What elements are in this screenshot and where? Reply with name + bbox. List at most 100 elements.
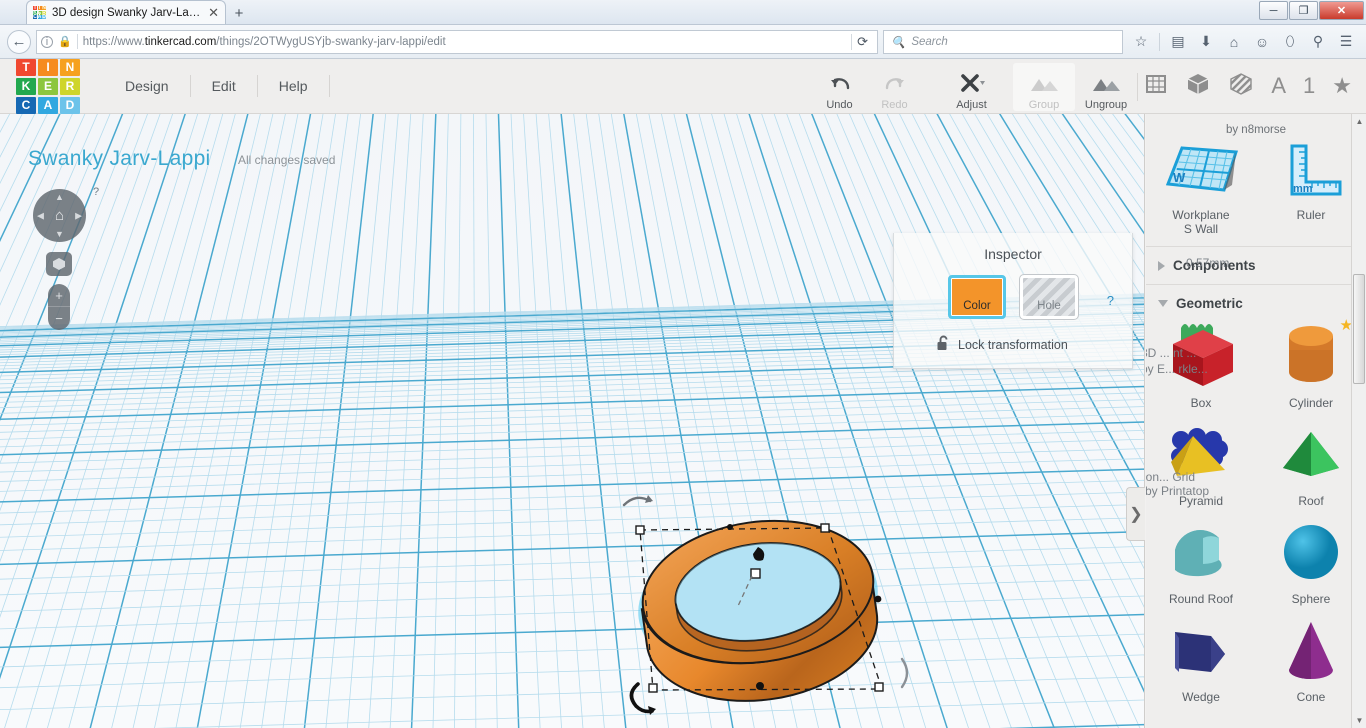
lock-transformation-toggle[interactable]: Lock transformation xyxy=(937,335,1132,354)
view-up-arrow-icon[interactable]: ▲ xyxy=(55,192,64,202)
address-bar[interactable]: i 🔒 https://www.tinkercad.com/things/2OT… xyxy=(36,29,878,54)
chat-icon[interactable]: ☺ xyxy=(1249,29,1275,55)
window-close-button[interactable]: ✕ xyxy=(1319,1,1364,20)
logo-tile: K xyxy=(16,77,36,95)
menu-divider xyxy=(328,75,330,97)
view-left-arrow-icon[interactable]: ◀ xyxy=(37,210,44,221)
menu-icon[interactable]: ☰ xyxy=(1333,29,1359,55)
unlock-icon xyxy=(937,335,950,354)
search-placeholder: Search xyxy=(911,35,948,48)
shapes-row-4: Wedge Cone xyxy=(1146,610,1366,708)
shape-workplane[interactable]: W Workplane S Wall xyxy=(1151,140,1251,236)
shape-round-roof[interactable]: Round Roof xyxy=(1151,516,1251,606)
shape-roof[interactable]: Roof xyxy=(1261,418,1361,508)
back-button[interactable]: ← xyxy=(7,29,31,54)
fit-view-button[interactable] xyxy=(46,252,72,276)
zoom-in-button[interactable]: + xyxy=(48,284,70,307)
box-icon[interactable] xyxy=(1185,71,1211,101)
group-label: Components xyxy=(1173,258,1256,273)
shape-wedge[interactable]: Wedge xyxy=(1151,614,1251,704)
inspector-help-icon[interactable]: ? xyxy=(1107,293,1114,308)
shape-pyramid[interactable]: Pyramid Hon... Grid by Printatop xyxy=(1146,418,1251,508)
window-minimize-button[interactable]: ─ xyxy=(1259,1,1288,20)
view-right-arrow-icon[interactable]: ▶ xyxy=(75,210,82,221)
roof-shape xyxy=(1283,432,1339,476)
search-icon: 🔍 xyxy=(891,36,906,49)
text-icon[interactable]: A xyxy=(1271,75,1286,97)
search-input[interactable]: 🔍 Search xyxy=(883,29,1123,54)
svg-text:W: W xyxy=(1173,170,1186,185)
hole-swatch-button[interactable]: Hole xyxy=(1019,274,1079,320)
pocket-icon[interactable]: ⬯ xyxy=(1277,29,1303,55)
tinkercad-favicon-icon: TIN KER CAD xyxy=(33,5,46,20)
shapes-group-components[interactable]: Components 0.57mm xyxy=(1146,253,1366,278)
menu-help[interactable]: Help xyxy=(258,69,329,103)
adjust-button[interactable]: Adjust xyxy=(944,63,999,111)
window-maximize-button[interactable]: ❐ xyxy=(1289,1,1318,20)
view-down-arrow-icon[interactable]: ▼ xyxy=(55,229,64,239)
canvas-help-icon[interactable]: ? xyxy=(93,186,99,198)
shape-cone[interactable]: Cone xyxy=(1261,614,1361,704)
logo-tile: T xyxy=(16,58,36,76)
shape-label: Pyramid xyxy=(1178,494,1223,508)
group-label: Group xyxy=(1028,98,1060,111)
box-shape xyxy=(1173,324,1233,386)
app-menu: Design Edit Help xyxy=(104,69,330,103)
collapse-panel-button[interactable]: ❯ xyxy=(1126,487,1145,541)
cone-shape xyxy=(1289,622,1333,679)
bookmark-star-icon[interactable]: ☆ xyxy=(1128,29,1154,55)
tinkercad-logo[interactable]: T I N K E R C A D xyxy=(16,58,82,114)
chevron-down-icon xyxy=(1158,300,1168,307)
home-view-icon[interactable]: ⌂ xyxy=(55,207,64,224)
tab-close-icon[interactable]: ✕ xyxy=(208,6,219,19)
browser-toolbar-icons: ☆ ▤ ⬇ ⌂ ☺ ⬯ ⚲ ☰ xyxy=(1128,29,1359,55)
reload-icon[interactable]: ⟳ xyxy=(851,33,873,50)
adjust-label: Adjust xyxy=(956,98,987,111)
home-icon[interactable]: ⌂ xyxy=(1221,29,1247,55)
logo-tile: D xyxy=(60,96,80,114)
canvas-3d-view[interactable]: Swanky Jarv-Lappi All changes saved ? ▲ … xyxy=(0,114,1145,728)
new-tab-button[interactable]: + xyxy=(226,2,252,24)
location-icon[interactable]: ⚲ xyxy=(1305,29,1331,55)
scroll-up-icon[interactable]: ▲ xyxy=(1354,116,1365,127)
shape-cylinder[interactable]: ★ Cylinder xyxy=(1261,317,1361,410)
hole-box-icon[interactable] xyxy=(1228,71,1254,101)
shape-label: Cylinder xyxy=(1288,396,1333,410)
shape-label: Roof xyxy=(1298,494,1324,508)
workplane-icon: W xyxy=(1165,146,1239,192)
shapes-panel-scrollbar[interactable]: ▲ ▼ xyxy=(1351,114,1366,728)
scroll-down-icon[interactable]: ▼ xyxy=(1354,715,1365,726)
undo-button[interactable]: Undo xyxy=(812,63,867,111)
panel-divider xyxy=(1146,284,1366,285)
redo-label: Redo xyxy=(881,98,908,111)
shape-sphere[interactable]: Sphere xyxy=(1261,516,1361,606)
zoom-controls: + − xyxy=(48,284,70,330)
color-swatch-button[interactable]: Color xyxy=(948,275,1006,319)
ring-object[interactable] xyxy=(610,484,920,719)
view-navigation-control[interactable]: ▲ ▼ ◀ ▶ ⌂ xyxy=(33,189,86,242)
ungroup-button[interactable]: Ungroup xyxy=(1075,63,1137,111)
menu-design[interactable]: Design xyxy=(104,69,190,103)
shapes-group-geometric[interactable]: Geometric xyxy=(1146,291,1366,316)
page-info-icon[interactable]: i xyxy=(41,35,53,48)
grid-icon[interactable] xyxy=(1144,72,1168,100)
url-divider xyxy=(76,34,78,49)
design-title[interactable]: Swanky Jarv-Lappi xyxy=(28,147,211,171)
shape-ruler[interactable]: mm Ruler xyxy=(1261,140,1361,236)
window-controls: ─ ❐ ✕ xyxy=(1259,1,1364,20)
shapes-panel-byline: by n8morse xyxy=(1225,124,1287,136)
group-label: Geometric xyxy=(1176,296,1243,311)
download-icon[interactable]: ⬇ xyxy=(1193,29,1219,55)
browser-tab[interactable]: TIN KER CAD 3D design Swanky Jarv-Lap...… xyxy=(26,0,226,24)
shape-label: Wedge xyxy=(1182,690,1220,704)
inspector-panel: Inspector Color Hole ? Lock transformati… xyxy=(893,233,1133,369)
zoom-out-button[interactable]: − xyxy=(48,307,70,330)
shape-box[interactable]: Box 3D ... nt ... by E... rkle... xyxy=(1146,320,1251,410)
app-header: T I N K E R C A D Design Edit Help Undo … xyxy=(0,58,1366,114)
menu-edit[interactable]: Edit xyxy=(191,69,257,103)
star-icon[interactable]: ★ xyxy=(1332,75,1352,97)
url-text: https://www.tinkercad.com/things/2OTWygU… xyxy=(82,35,446,48)
library-icon[interactable]: ▤ xyxy=(1165,29,1191,55)
number-icon[interactable]: 1 xyxy=(1303,75,1315,97)
scrollbar-thumb[interactable] xyxy=(1353,274,1365,384)
